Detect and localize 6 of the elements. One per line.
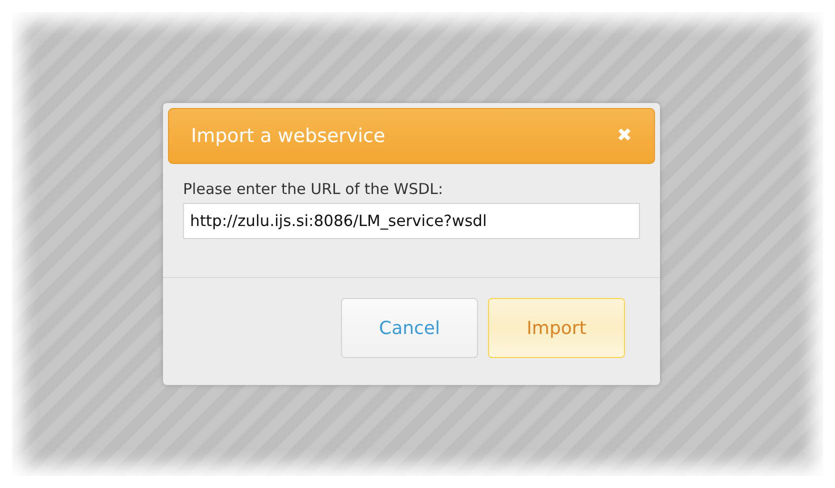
field-label: Please enter the URL of the WSDL: (183, 178, 444, 200)
dialog-title: Import a webservice (191, 124, 386, 148)
url-field[interactable]: http://zulu.ijs.si:8086/LM_service?wsdl (183, 203, 640, 240)
close-button[interactable]: ✖ (616, 122, 632, 150)
import-button[interactable]: Import (488, 298, 625, 358)
cancel-button[interactable]: Cancel (341, 298, 478, 358)
